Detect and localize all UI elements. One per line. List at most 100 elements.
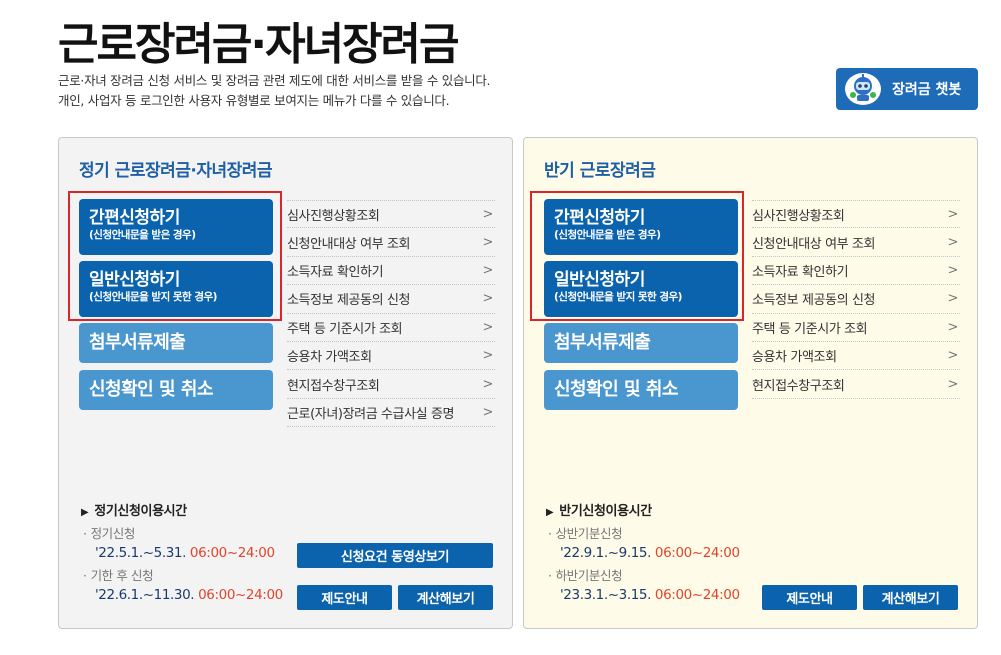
panel-title: 정기 근로장려금·자녀장려금 <box>79 161 273 181</box>
general-apply-button[interactable]: 일반신청하기 (신청안내문을 받지 못한 경우) <box>544 261 738 317</box>
hours-date: '22.5.1.~5.31. <box>95 545 187 561</box>
link-label: 신청안내대상 여부 조회 <box>287 236 411 252</box>
link-housing-price[interactable]: 주택 등 기준시가 조회 > <box>752 314 960 342</box>
link-housing-price[interactable]: 주택 등 기준시가 조회 > <box>287 314 495 342</box>
hours-label: · 정기신청 <box>83 525 283 543</box>
link-label: 소득정보 제공동의 신청 <box>287 293 411 309</box>
link-eligibility-check[interactable]: 신청안내대상 여부 조회 > <box>752 228 960 257</box>
video-button[interactable]: 신청요건 동영상보기 <box>297 543 493 568</box>
hours-time: 06:00~24:00 <box>189 545 275 561</box>
hours-time: 06:00~24:00 <box>654 545 740 561</box>
link-label: 주택 등 기준시가 조회 <box>752 321 868 337</box>
link-label: 주택 등 기준시가 조회 <box>287 321 403 337</box>
chevron-right-icon: > <box>482 319 494 335</box>
general-apply-sublabel: (신청안내문을 받지 못한 경우) <box>89 291 217 303</box>
hours-time: 06:00~24:00 <box>198 587 283 603</box>
page-title: 근로장려금·자녀장려금 <box>58 19 460 70</box>
simple-apply-label: 간편신청하기 <box>89 208 180 228</box>
chevron-right-icon: > <box>482 348 494 364</box>
chevron-right-icon: > <box>482 234 494 250</box>
chevron-right-icon: > <box>482 376 494 392</box>
confirm-cancel-label: 신청확인 및 취소 <box>554 379 678 400</box>
link-label: 현지접수창구조회 <box>752 378 845 394</box>
intro-line-2: 개인, 사업자 등 로그인한 사용자 유형별로 보여지는 메뉴가 다를 수 있습… <box>58 93 450 108</box>
hours-label: · 상반기분신청 <box>548 525 740 543</box>
link-income-consent[interactable]: 소득정보 제공동의 신청 > <box>287 285 495 314</box>
general-apply-label: 일반신청하기 <box>554 270 645 290</box>
link-local-window[interactable]: 현지접수창구조회 > <box>287 370 495 399</box>
link-car-value[interactable]: 승용차 가액조회 > <box>287 342 495 371</box>
chevron-right-icon: > <box>947 376 959 392</box>
docs-submit-button[interactable]: 첨부서류제출 <box>544 323 738 363</box>
simple-apply-sublabel: (신청안내문을 받은 경우) <box>554 229 661 241</box>
hours-title-label: 정기신청이용시간 <box>94 504 187 519</box>
triangle-right-icon: ▶ <box>546 507 554 518</box>
chatbot-label: 장려금 챗봇 <box>892 82 962 98</box>
bullet-icon: · <box>548 568 552 583</box>
calculate-button[interactable]: 계산해보기 <box>398 585 493 610</box>
calculate-button[interactable]: 계산해보기 <box>863 585 958 610</box>
link-income-data[interactable]: 소득자료 확인하기 > <box>287 257 495 286</box>
simple-apply-button[interactable]: 간편신청하기 (신청안내문을 받은 경우) <box>79 199 273 255</box>
chevron-right-icon: > <box>947 206 959 222</box>
hours-value: '23.3.1.~3.15. 06:00~24:00 <box>548 585 740 605</box>
chevron-right-icon: > <box>947 234 959 250</box>
guide-button[interactable]: 제도안내 <box>762 585 857 610</box>
chevron-right-icon: > <box>947 348 959 364</box>
general-apply-button[interactable]: 일반신청하기 (신청안내문을 받지 못한 경우) <box>79 261 273 317</box>
triangle-right-icon: ▶ <box>81 507 89 518</box>
simple-apply-button[interactable]: 간편신청하기 (신청안내문을 받은 경우) <box>544 199 738 255</box>
hours-title-label: 반기신청이용시간 <box>559 504 652 519</box>
hours-value: '22.5.1.~5.31. 06:00~24:00 <box>83 543 283 563</box>
link-review-status[interactable]: 심사진행상황조회 > <box>287 200 495 229</box>
link-label: 소득자료 확인하기 <box>287 264 384 280</box>
chevron-right-icon: > <box>482 291 494 307</box>
hours-label-text: 기한 후 신청 <box>90 568 154 583</box>
guide-button[interactable]: 제도안내 <box>297 585 392 610</box>
service-link-list: 심사진행상황조회 > 신청안내대상 여부 조회 > 소득자료 확인하기 > 소득정보 … <box>287 200 495 428</box>
hours-date: '22.9.1.~9.15. <box>560 545 652 561</box>
link-income-data[interactable]: 소득자료 확인하기 > <box>752 257 960 286</box>
service-link-list: 심사진행상황조회 > 신청안내대상 여부 조회 > 소득자료 확인하기 > 소득정보 … <box>752 200 960 399</box>
link-receipt-certificate[interactable]: 근로(자녀)장려금 수급사실 증명 > <box>287 399 495 428</box>
bullet-icon: · <box>83 526 87 541</box>
hours-label-text: 상반기분신청 <box>555 526 623 541</box>
intro-line-1: 근로·자녀 장려금 신청 서비스 및 장려금 관련 제도에 대한 서비스를 받을… <box>58 73 491 88</box>
link-label: 소득자료 확인하기 <box>752 264 849 280</box>
hours-label: · 하반기분신청 <box>548 567 740 585</box>
hours-title: ▶ 반기신청이용시간 <box>546 500 652 519</box>
chevron-right-icon: > <box>947 319 959 335</box>
link-local-window[interactable]: 현지접수창구조회 > <box>752 370 960 399</box>
link-label: 심사진행상황조회 <box>752 208 845 224</box>
link-label: 근로(자녀)장려금 수급사실 증명 <box>287 406 455 422</box>
docs-submit-label: 첨부서류제출 <box>89 332 186 353</box>
simple-apply-label: 간편신청하기 <box>554 208 645 228</box>
link-label: 신청안내대상 여부 조회 <box>752 236 876 252</box>
link-review-status[interactable]: 심사진행상황조회 > <box>752 200 960 229</box>
docs-submit-button[interactable]: 첨부서류제출 <box>79 323 273 363</box>
hours-value: '22.9.1.~9.15. 06:00~24:00 <box>548 543 740 563</box>
link-eligibility-check[interactable]: 신청안내대상 여부 조회 > <box>287 228 495 257</box>
robot-icon <box>845 73 881 105</box>
simple-apply-sublabel: (신청안내문을 받은 경우) <box>89 229 196 241</box>
confirm-cancel-button[interactable]: 신청확인 및 취소 <box>544 370 738 410</box>
hours-list: · 정기신청 '22.5.1.~5.31. 06:00~24:00 · 기한 후 신… <box>83 525 283 609</box>
hours-date: '22.6.1.~11.30. <box>95 587 195 603</box>
link-label: 현지접수창구조회 <box>287 378 380 394</box>
link-car-value[interactable]: 승용차 가액조회 > <box>752 342 960 371</box>
hours-value: '22.6.1.~11.30. 06:00~24:00 <box>83 585 283 605</box>
confirm-cancel-button[interactable]: 신청확인 및 취소 <box>79 370 273 410</box>
link-income-consent[interactable]: 소득정보 제공동의 신청 > <box>752 285 960 314</box>
chevron-right-icon: > <box>482 262 494 278</box>
chevron-right-icon: > <box>947 291 959 307</box>
bullet-icon: · <box>83 568 87 583</box>
hours-label-text: 정기신청 <box>90 526 136 541</box>
confirm-cancel-label: 신청확인 및 취소 <box>89 379 213 400</box>
link-label: 승용차 가액조회 <box>287 350 372 366</box>
chatbot-button[interactable]: 장려금 챗봇 <box>836 68 978 110</box>
hours-title: ▶ 정기신청이용시간 <box>81 500 187 519</box>
intro-text: 근로·자녀 장려금 신청 서비스 및 장려금 관련 제도에 대한 서비스를 받을… <box>58 71 491 111</box>
chevron-right-icon: > <box>482 404 494 420</box>
half-year-incentive-panel: 반기 근로장려금 간편신청하기 (신청안내문을 받은 경우) 일반신청하기 (신… <box>523 137 978 629</box>
chevron-right-icon: > <box>947 262 959 278</box>
